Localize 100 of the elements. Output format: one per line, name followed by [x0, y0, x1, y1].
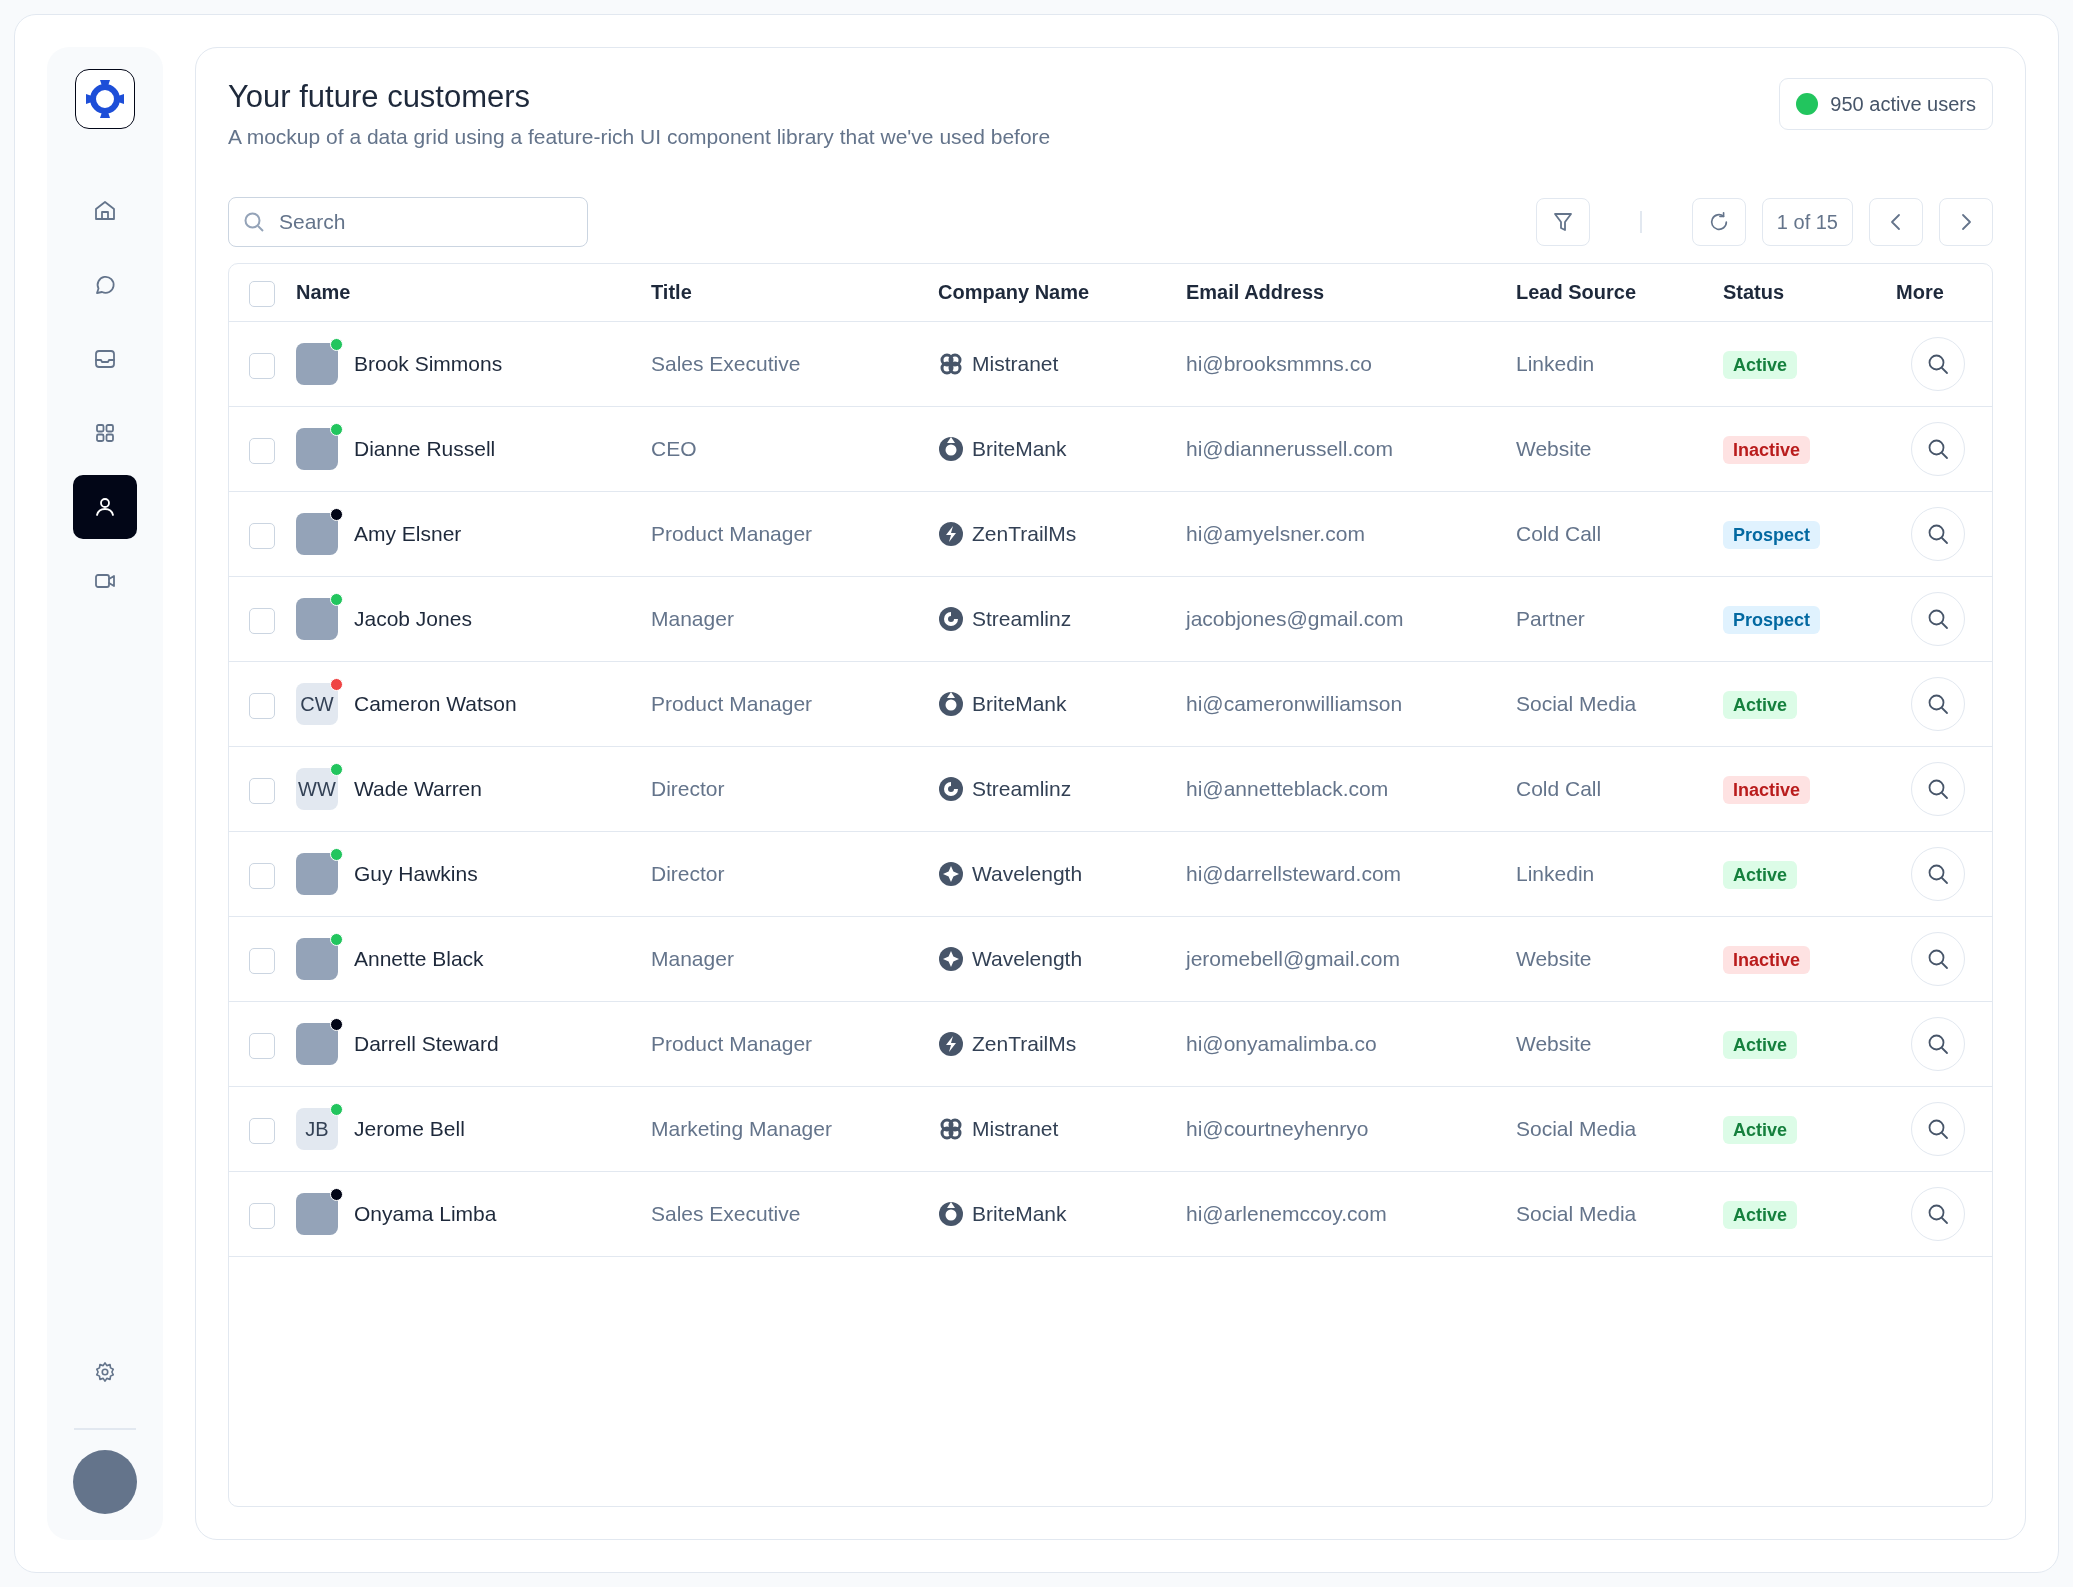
status-badge: Active: [1723, 691, 1798, 720]
row-checkbox[interactable]: [249, 777, 275, 804]
search-button[interactable]: [1911, 1187, 1965, 1242]
column-header: Email Address: [1186, 281, 1325, 304]
status-badge: Prospect: [1723, 521, 1821, 550]
lead-source: Cold Call: [1516, 522, 1602, 546]
search-icon: [1926, 352, 1950, 377]
lead-source: Social Media: [1516, 1202, 1637, 1226]
search-icon: [1926, 692, 1950, 717]
job-title: Product Manager: [651, 522, 813, 546]
job-title: Director: [651, 777, 725, 801]
row-checkbox[interactable]: [249, 692, 275, 719]
person-name: Wade Warren: [354, 776, 482, 803]
page-indicator[interactable]: 1 of 15: [1761, 197, 1853, 246]
person-name: Guy Hawkins: [354, 861, 478, 888]
crosshair-logo-icon: [83, 77, 127, 121]
row-checkbox[interactable]: [249, 1032, 275, 1059]
email-address: jeromebell@gmail.com: [1186, 947, 1400, 971]
company-name: Mistranet: [972, 351, 1059, 378]
search-button[interactable]: [1911, 1102, 1965, 1157]
sidebar-nav-button[interactable]: [73, 475, 137, 539]
search-button[interactable]: [1911, 422, 1965, 477]
swirl-logo-icon: [938, 606, 964, 633]
star-logo-icon: [938, 946, 964, 973]
person-name: Brook Simmons: [354, 351, 503, 378]
page-subtitle: A mockup of a data grid using a feature-rich UI component library that we've used before: [228, 124, 1051, 151]
search-button[interactable]: [1911, 847, 1965, 902]
chat-bubble-icon: [93, 273, 117, 297]
row-checkbox[interactable]: [249, 1117, 275, 1144]
lead-source: Social Media: [1516, 692, 1637, 716]
company-name: Streamlinz: [972, 606, 1072, 633]
row-checkbox[interactable]: [249, 522, 275, 549]
job-title: Marketing Manager: [651, 1117, 832, 1141]
search-icon: [1926, 777, 1950, 802]
search-button[interactable]: [1911, 337, 1965, 392]
search-button[interactable]: [1911, 592, 1965, 647]
search-button[interactable]: [1911, 932, 1965, 987]
job-title: Product Manager: [651, 1032, 813, 1056]
search-icon: [1926, 522, 1950, 547]
user-icon: [93, 495, 117, 519]
email-address: hi@darrellsteward.com: [1186, 862, 1402, 886]
search-icon: [1926, 1117, 1950, 1142]
settings-icon: [94, 1361, 116, 1383]
company-name: BriteMank: [972, 1201, 1067, 1228]
search-icon: [1926, 947, 1950, 972]
person-name: Jerome Bell: [354, 1116, 465, 1143]
search-button[interactable]: [1911, 1017, 1965, 1072]
page-title: Your future customers: [228, 78, 532, 116]
row-checkbox[interactable]: [249, 947, 275, 974]
status-badge: Active: [1723, 1031, 1798, 1060]
person-name: Amy Elsner: [354, 521, 462, 548]
row-checkbox[interactable]: [249, 862, 275, 889]
company-name: BriteMank: [972, 691, 1067, 718]
refresh-button[interactable]: [1691, 197, 1746, 246]
filter-button[interactable]: [1536, 197, 1591, 246]
column-header: Status: [1723, 281, 1785, 304]
column-header: Title: [651, 281, 692, 304]
select-all-checkbox[interactable]: [249, 281, 275, 308]
email-address: hi@diannerussell.com: [1186, 437, 1393, 461]
company-name: BriteMank: [972, 436, 1067, 463]
inbox-icon: [93, 347, 117, 371]
search-icon: [1926, 862, 1950, 887]
company-name: Mistranet: [972, 1116, 1059, 1143]
job-title: Product Manager: [651, 692, 813, 716]
ring-logo-icon: [938, 1201, 964, 1228]
email-address: hi@amyelsner.com: [1186, 522, 1365, 546]
email-address: hi@brooksmmns.co: [1186, 352, 1372, 376]
job-title: Sales Executive: [651, 1202, 801, 1226]
row-checkbox[interactable]: [249, 437, 275, 464]
search-icon: [1926, 607, 1950, 632]
search-field[interactable]: Search: [228, 196, 588, 247]
status-badge: Prospect: [1723, 606, 1821, 635]
search-icon: [1926, 1202, 1950, 1227]
job-title: Manager: [651, 947, 734, 971]
column-header: Name: [296, 281, 351, 304]
row-checkbox[interactable]: [249, 352, 275, 379]
column-header: Lead Source: [1516, 281, 1637, 304]
row-checkbox[interactable]: [249, 1202, 275, 1229]
job-title: Manager: [651, 607, 734, 631]
search-button[interactable]: [1911, 677, 1965, 732]
star-logo-icon: [938, 861, 964, 888]
lead-source: Social Media: [1516, 1117, 1637, 1141]
search-icon: [1926, 1032, 1950, 1057]
column-header: More: [1896, 281, 1944, 304]
search-button[interactable]: [1911, 762, 1965, 817]
email-address: hi@arlenemccoy.com: [1186, 1202, 1387, 1226]
person-name: Annette Black: [354, 946, 484, 973]
company-name: Wavelength: [972, 861, 1083, 888]
lead-source: Linkedin: [1516, 352, 1595, 376]
active-users-count: 950 active users: [1830, 92, 1976, 117]
status-badge: Active: [1723, 861, 1798, 890]
job-title: Director: [651, 862, 725, 886]
ring-logo-icon: [938, 436, 964, 463]
search-button[interactable]: [1911, 507, 1965, 562]
grid-icon: [93, 421, 117, 445]
status-badge: Inactive: [1723, 776, 1811, 805]
app-logo[interactable]: [75, 69, 135, 129]
lightning-bolt-icon: [938, 521, 964, 548]
lead-source: Website: [1516, 437, 1592, 461]
row-checkbox[interactable]: [249, 607, 275, 634]
